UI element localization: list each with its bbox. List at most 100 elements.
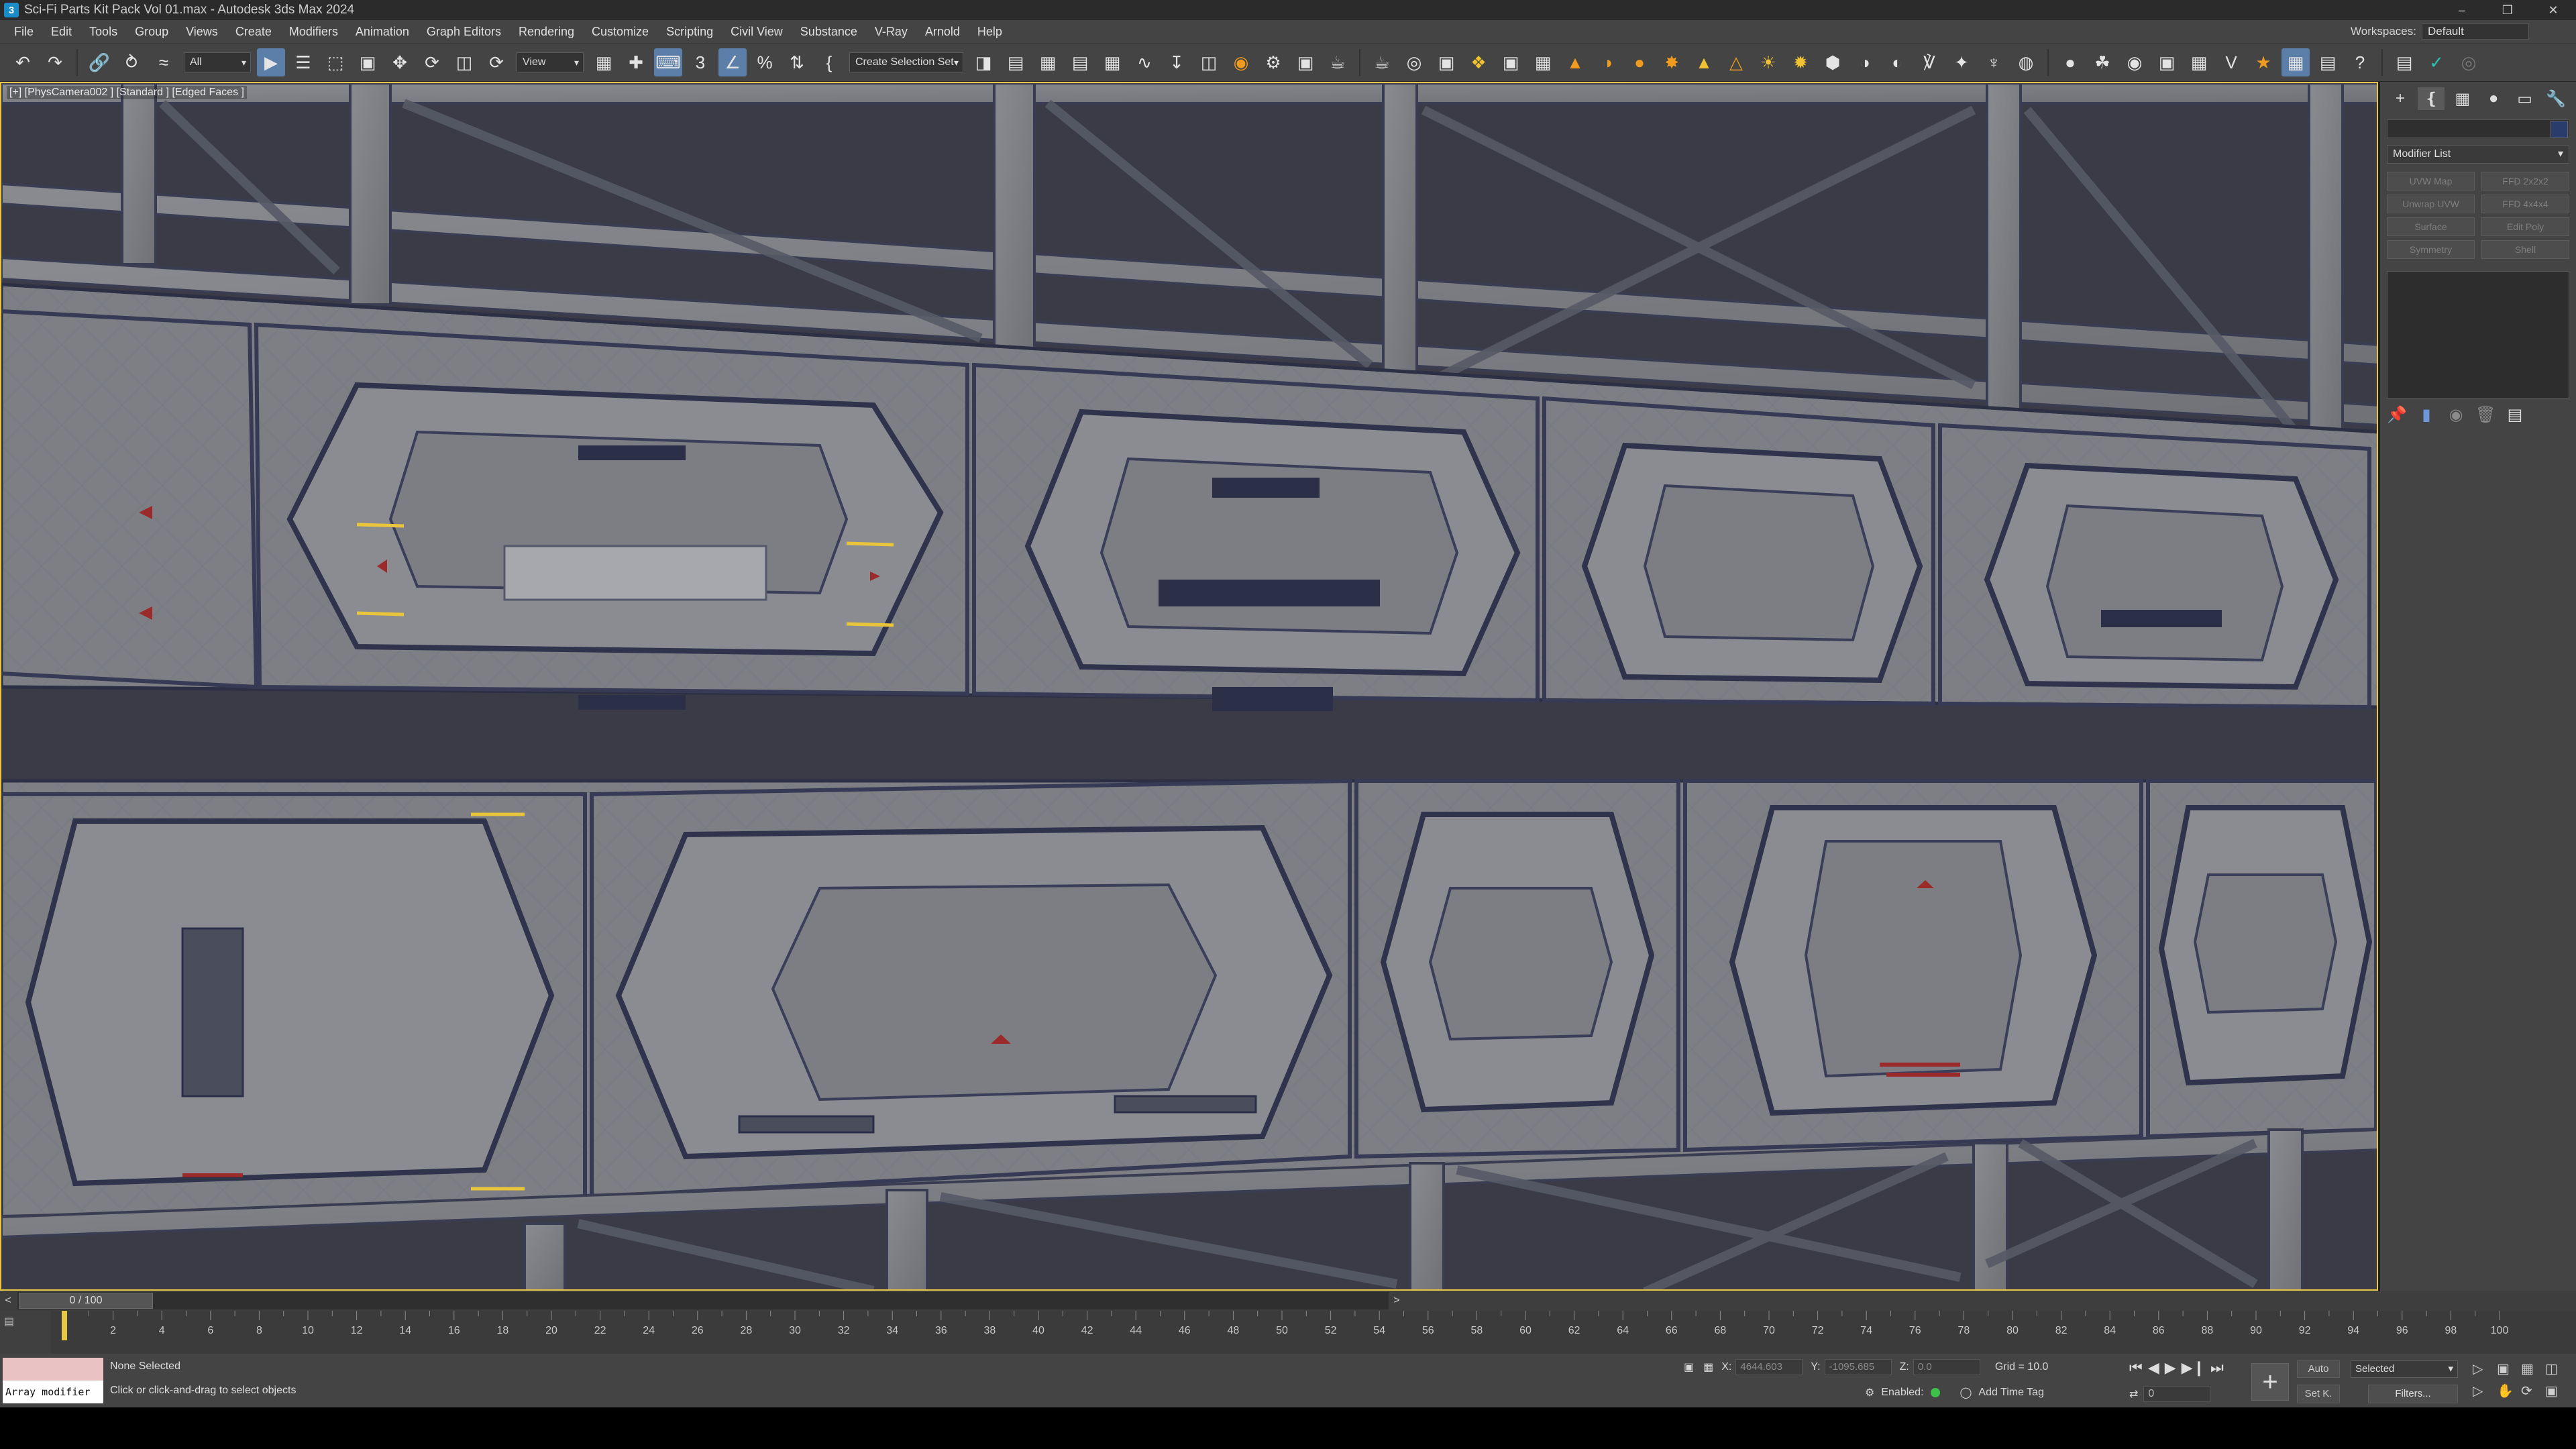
show-end-result-icon[interactable]: ▮ [2416,405,2436,425]
bind-spacewarp-icon[interactable]: ≈ [150,48,178,76]
menu-arnold[interactable]: Arnold [916,20,969,43]
pivot-center-icon[interactable]: ▦ [590,48,618,76]
scene-states-icon[interactable]: ▦ [2282,48,2310,76]
sync-check-icon[interactable]: ✓ [2422,48,2451,76]
make-unique-icon[interactable]: ◉ [2446,405,2466,425]
menu-views[interactable]: Views [177,20,227,43]
x-coordinate-field[interactable]: 4644.603 [1735,1359,1803,1375]
vray-scatter-icon[interactable]: ♆ [1980,48,2008,76]
vray-sun-icon[interactable]: ▲ [1561,48,1589,76]
rect-selection-icon[interactable]: ⬚ [321,48,350,76]
vray-spot-light-icon[interactable]: ▲ [1690,48,1718,76]
viewport-scene[interactable] [1,83,2378,1291]
object-color-swatch[interactable] [2551,121,2568,138]
snaps-toggle-icon[interactable]: 3 [686,48,714,76]
select-scale-icon[interactable]: ◫ [450,48,478,76]
edit-named-selection-icon[interactable]: { [815,48,843,76]
vray-camera-icon[interactable]: ▣ [1497,48,1525,76]
link-icon[interactable]: 🔗 [85,48,113,76]
minimize-button[interactable]: – [2439,0,2485,20]
plugin-icon[interactable]: ★ [2249,48,2277,76]
time-config-icon[interactable]: ⇄ [2129,1387,2138,1401]
menu-file[interactable]: File [5,20,42,43]
menu-edit[interactable]: Edit [42,20,80,43]
vray-ambient-light-icon[interactable]: ✹ [1786,48,1815,76]
select-by-name-icon[interactable]: ☰ [289,48,317,76]
schematic-view-icon[interactable]: ◫ [1195,48,1223,76]
menu-tools[interactable]: Tools [80,20,126,43]
pin-stack-icon[interactable]: 📌 [2387,405,2407,425]
menu-modifiers[interactable]: Modifiers [280,20,347,43]
isolate-selection-icon[interactable]: ▣ [1684,1360,1694,1374]
modifier-button-uvw-map[interactable]: UVW Map [2387,172,2475,191]
render-setup-icon[interactable]: ⚙ [1259,48,1287,76]
workspace-select[interactable]: Default [2422,23,2529,40]
spinner-snap-icon[interactable]: ⇅ [783,48,811,76]
window-crossing-icon[interactable]: ▣ [354,48,382,76]
undo-icon[interactable]: ↶ [9,48,37,76]
next-frame-icon[interactable]: ▶❙ [2182,1359,2205,1377]
align-icon[interactable]: ▤ [1002,48,1030,76]
app-icon[interactable]: 3 [4,3,19,17]
dope-sheet-icon[interactable]: ↧ [1163,48,1191,76]
menu-animation[interactable]: Animation [347,20,418,43]
zoom-all-icon[interactable]: ▣ [2497,1360,2517,1377]
substance-icon[interactable]: ▦ [2185,48,2213,76]
time-slider-thumb[interactable]: 0 / 100 [19,1293,153,1309]
modifier-button-ffd-4x4x4[interactable]: FFD 4x4x4 [2481,195,2569,213]
vray-plane-icon[interactable]: ◐ [1883,48,1911,76]
arnold-ipr-icon[interactable]: ▣ [2153,48,2181,76]
arnold-material-icon[interactable]: ☘ [2088,48,2116,76]
go-to-start-icon[interactable]: ⏮ [2129,1359,2143,1377]
vray-sphere-icon[interactable]: ◑ [1851,48,1879,76]
add-time-tag-button[interactable]: Add Time Tag [1978,1387,2044,1399]
key-filters-button[interactable]: Filters... [2368,1385,2458,1403]
modifier-stack[interactable] [2387,271,2569,398]
mirror-icon[interactable]: ◨ [969,48,998,76]
place-icon[interactable]: ⟳ [482,48,511,76]
configure-modifier-sets-icon[interactable]: ▤ [2505,405,2525,425]
selection-filter-dropdown[interactable]: All [184,52,251,72]
play-icon[interactable]: ▶ [2165,1359,2176,1377]
reference-coordinate-dropdown[interactable]: View [517,52,584,72]
rendered-frame-window-icon[interactable]: ▣ [1291,48,1320,76]
script-listener-icon[interactable]: ▤ [2314,48,2342,76]
modifier-button-surface[interactable]: Surface [2387,217,2475,236]
maximize-viewport-icon[interactable]: ▣ [2545,1383,2565,1399]
vray-dome-light-icon[interactable]: ◑ [1593,48,1621,76]
track-bar-ruler[interactable]: 0246810121416182022242628303234363840424… [51,1311,2526,1354]
toggle-layer-explorer-icon[interactable]: ▤ [1066,48,1094,76]
object-name-field[interactable] [2387,119,2569,138]
menu-create[interactable]: Create [227,20,280,43]
pan-icon[interactable]: ✋ [2497,1383,2517,1399]
track-bar-menu-icon[interactable]: ▤ [0,1311,51,1354]
time-slider-track[interactable]: 0 / 100 [17,1292,1389,1309]
menu-help[interactable]: Help [969,20,1011,43]
vray-logo-icon[interactable]: V [2217,48,2245,76]
set-key-button[interactable]: Set K. [2297,1385,2340,1403]
set-key-icon[interactable]: + [2251,1363,2289,1401]
go-to-end-icon[interactable]: ⏭ [2210,1359,2224,1377]
material-editor-icon[interactable]: ◉ [1227,48,1255,76]
maxscript-input[interactable]: Array modifier [3,1381,103,1403]
unlink-icon[interactable]: ⥁ [117,48,146,76]
maxscript-listener[interactable]: Array modifier [3,1358,103,1403]
viewport-label[interactable]: [+] [PhysCamera002 ] [Standard ] [Edged … [7,86,247,99]
menu-group[interactable]: Group [126,20,177,43]
zoom-icon[interactable]: ▷ [2473,1360,2493,1377]
track-bar[interactable]: ▤ 02468101214161820222426283032343638404… [0,1311,2576,1354]
zoom-extents-icon[interactable]: ▦ [2521,1360,2541,1377]
vray-decal-icon[interactable]: ✦ [1947,48,1976,76]
enabled-indicator-icon[interactable] [1930,1388,1940,1397]
help-icon[interactable]: ? [2346,48,2374,76]
vray-teapot-icon[interactable]: ☕ [1368,48,1396,76]
menu-v-ray[interactable]: V-Ray [866,20,916,43]
vray-fur-icon[interactable]: ℣ [1915,48,1943,76]
vray-light-icon[interactable]: ❖ [1464,48,1493,76]
vray-interactive-icon[interactable]: ◎ [1400,48,1428,76]
motion-tab-icon[interactable]: ● [2480,87,2507,110]
modifier-button-shell[interactable]: Shell [2481,240,2569,259]
field-of-view-icon[interactable]: ▷ [2473,1383,2493,1399]
time-tag-icon[interactable]: ◯ [1960,1386,1972,1399]
select-move-icon[interactable]: ✥ [386,48,414,76]
